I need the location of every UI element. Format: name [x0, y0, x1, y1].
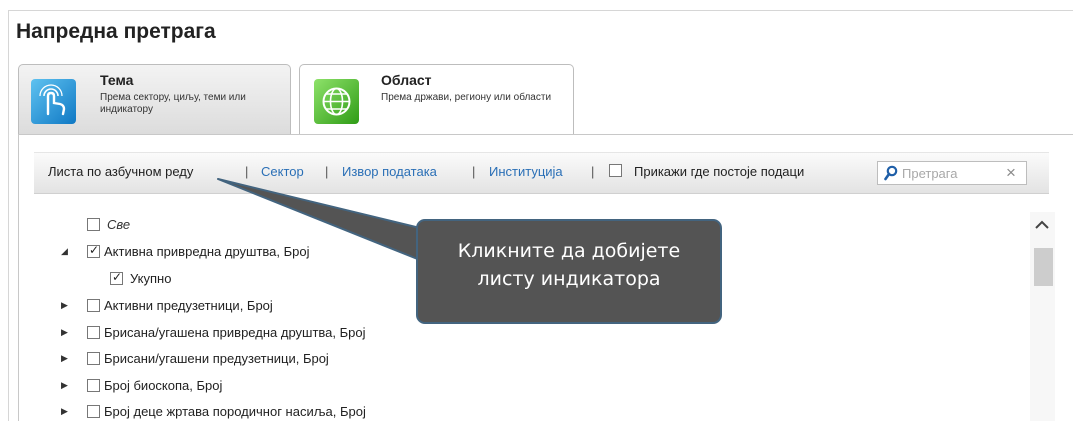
scrollbar-thumb[interactable]	[1034, 248, 1053, 286]
globe-icon	[314, 79, 359, 124]
collapsed-triangle-icon[interactable]: ▶	[61, 406, 68, 417]
tree-item-label: Активни предузетници, Број	[104, 298, 273, 313]
frame-border-left	[8, 10, 9, 421]
separator: |	[472, 164, 476, 179]
collapsed-triangle-icon[interactable]: ▶	[61, 327, 68, 338]
tree-item-label: Брисана/угашена привредна друштва, Број	[104, 325, 366, 340]
tab-area[interactable]: Област Према држави, региону или области	[299, 64, 574, 134]
tab-topic[interactable]: Тема Према сектору, циљу, теми или индик…	[18, 64, 291, 134]
search-input[interactable]	[902, 165, 994, 181]
callout-line-1: Кликните да добијете	[457, 240, 681, 262]
data-source-link[interactable]: Извор података	[342, 164, 437, 179]
separator: |	[591, 164, 595, 179]
checkmark-icon: ✓	[112, 270, 123, 284]
tab-topic-title: Тема	[100, 72, 134, 88]
checkbox[interactable]	[87, 326, 100, 339]
tree-scrollbar[interactable]	[1030, 212, 1055, 421]
collapsed-triangle-icon[interactable]: ▶	[61, 380, 68, 391]
checkbox[interactable]: ✓	[110, 270, 123, 285]
checkbox[interactable]	[87, 352, 100, 365]
search-box: ×	[877, 161, 1027, 185]
callout-text: Кликните да добијете листу индикатора	[418, 237, 720, 293]
filter-toolbar: Листа по азбучном реду | Сектор | Извор …	[34, 152, 1049, 194]
separator: |	[245, 164, 249, 179]
collapsed-triangle-icon[interactable]: ▶	[61, 300, 68, 311]
show-data-label: Прикажи где постоје подаци	[634, 164, 805, 179]
institution-link[interactable]: Институција	[489, 164, 563, 179]
tab-topic-description: Према сектору, циљу, теми или индикатору	[100, 92, 246, 115]
expanded-triangle-icon[interactable]: ◢	[61, 246, 68, 257]
checkbox[interactable]: ✓	[87, 243, 100, 258]
tree-item-label: Све	[107, 217, 131, 232]
touch-hand-icon	[31, 79, 76, 124]
show-data-checkbox[interactable]	[609, 164, 622, 177]
checkbox[interactable]	[87, 405, 100, 418]
tree-item-label: Активна привредна друштва, Број	[104, 244, 310, 259]
tooltip-callout: Кликните да добијете листу индикатора	[416, 219, 722, 324]
alphabetical-list-link[interactable]: Листа по азбучном реду	[48, 164, 193, 179]
frame-border-top	[8, 10, 1073, 11]
tree-item-label: Укупно	[130, 271, 172, 286]
tree-item-label: Брисани/угашени предузетници, Број	[104, 351, 329, 366]
tab-area-title: Област	[381, 72, 432, 88]
page-title: Напредна претрага	[16, 20, 216, 43]
separator: |	[325, 164, 329, 179]
tree-item-label: Број деце жртава породичног насиља, Број	[104, 404, 366, 419]
search-icon[interactable]	[884, 165, 898, 186]
clear-search-icon[interactable]: ×	[1006, 163, 1016, 183]
callout-line-2: листу индикатора	[477, 268, 661, 290]
checkbox[interactable]	[87, 379, 100, 392]
checkbox[interactable]	[87, 218, 100, 231]
sector-link[interactable]: Сектор	[261, 164, 304, 179]
tab-area-description: Према држави, региону или области	[381, 92, 552, 103]
tree-item-label: Број биоскопа, Број	[104, 378, 223, 393]
checkmark-icon: ✓	[89, 243, 100, 257]
checkbox[interactable]	[87, 299, 100, 312]
collapsed-triangle-icon[interactable]: ▶	[61, 353, 68, 364]
scroll-up-icon[interactable]	[1034, 218, 1050, 236]
